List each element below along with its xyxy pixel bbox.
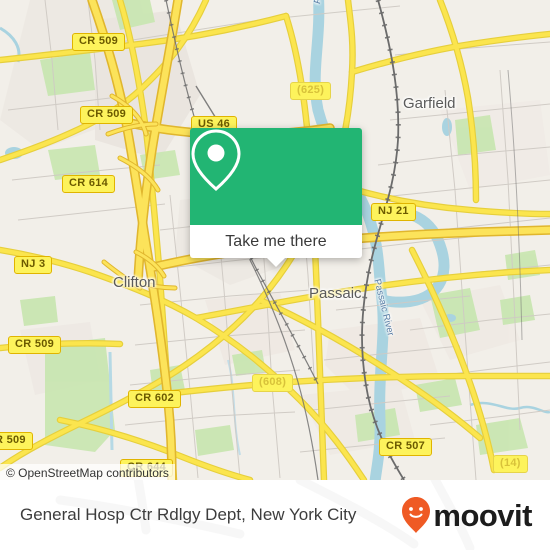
road-shield-625: (625) [290,82,332,100]
road-shield-nj-21: NJ 21 [371,203,416,221]
road-shield-cr-509-north: CR 509 [72,33,126,51]
popup-pointer-tail [267,258,285,267]
place-label-garfield: Garfield [403,95,456,112]
road-shield-cr-509-edge: R 509 [0,432,33,450]
popup-footer[interactable]: Take me there [190,225,362,267]
place-label-passaic: Passaic [309,285,362,302]
road-shield-cr-509-south: CR 509 [8,336,62,354]
road-shield-cr-614: CR 614 [62,175,116,193]
road-shield-14: (14) [493,455,528,473]
map-attribution[interactable]: © OpenStreetMap contributors [0,464,175,480]
popup-header [190,128,362,225]
moovit-wordmark: moovit [433,497,532,533]
moovit-pin-smiley-icon [402,497,431,533]
map-canvas[interactable]: Garfield Clifton Passaic Passaic River P… [0,0,550,480]
take-me-there-label: Take me there [225,232,327,250]
road-shield-cr-509-mid: CR 509 [80,106,134,124]
map-screenshot: Garfield Clifton Passaic Passaic River P… [0,0,550,550]
road-shield-608: (608) [252,374,294,392]
map-pin-icon [191,129,241,191]
road-shield-cr-507: CR 507 [379,438,433,456]
road-shield-nj-3: NJ 3 [14,256,53,274]
moovit-brand[interactable]: moovit [401,496,532,534]
attribution-text: © OpenStreetMap contributors [6,465,169,480]
place-title: General Hosp Ctr Rdlgy Dept, New York Ci… [20,505,357,524]
footer-bar: General Hosp Ctr Rdlgy Dept, New York Ci… [0,480,550,550]
footer-row: General Hosp Ctr Rdlgy Dept, New York Ci… [0,480,550,550]
road-shield-cr-602: CR 602 [128,390,182,408]
place-label-clifton: Clifton [113,274,156,291]
location-popup[interactable]: Take me there [190,128,362,267]
